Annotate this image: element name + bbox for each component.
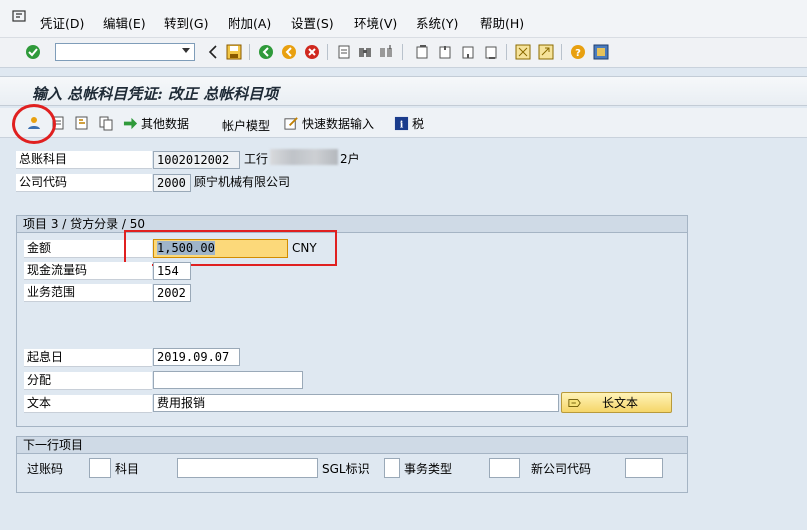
cashflow-code-label: 现金流量码 xyxy=(24,262,152,280)
text-field[interactable]: 费用报销 xyxy=(153,394,559,412)
application-toolbar: 其他数据 帐户模型 快速数据输入 i 税 xyxy=(0,108,807,138)
item-group-title: 项目 3 / 贷方分录 / 50 xyxy=(17,216,687,233)
value-date-label: 起息日 xyxy=(24,349,152,367)
shortcut-icon[interactable] xyxy=(537,43,555,61)
new-company-code-label: 新公司代码 xyxy=(531,462,592,476)
last-page-icon[interactable] xyxy=(482,43,500,61)
company-code-field: 2000 xyxy=(153,174,191,192)
find-next-icon[interactable] xyxy=(377,43,395,61)
edit-pencil-icon xyxy=(568,398,581,407)
first-page-icon[interactable] xyxy=(413,43,431,61)
account-label: 科目 xyxy=(115,462,140,476)
menu-item-system[interactable]: 系统(Y) xyxy=(416,13,458,32)
text-label: 文本 xyxy=(24,395,152,413)
menu-item-environment[interactable]: 环境(V) xyxy=(354,13,397,32)
posting-key-field[interactable] xyxy=(89,458,111,478)
print-icon[interactable] xyxy=(335,43,353,61)
other-data-button[interactable]: 其他数据 xyxy=(123,115,189,132)
sgl-indicator-label: SGL标识 xyxy=(322,462,370,476)
posting-key-label: 过账码 xyxy=(27,462,64,476)
edit-pencil-icon xyxy=(284,117,298,130)
svg-text:?: ? xyxy=(575,48,581,59)
next-item-group-title: 下一行项目 xyxy=(17,437,687,454)
previous-page-icon[interactable] xyxy=(436,43,454,61)
enter-check-icon[interactable] xyxy=(24,43,42,61)
save-icon[interactable] xyxy=(225,43,243,61)
exit-icon[interactable] xyxy=(280,43,298,61)
new-session-icon[interactable] xyxy=(514,43,532,61)
gl-account-description-prefix: 工行 xyxy=(244,152,269,166)
new-company-code-field[interactable] xyxy=(625,458,663,478)
system-menu-icon[interactable] xyxy=(12,10,28,24)
company-code-label: 公司代码 xyxy=(16,174,152,192)
find-icon[interactable] xyxy=(356,43,374,61)
tax-button[interactable]: i 税 xyxy=(394,115,424,132)
cancel-icon[interactable] xyxy=(303,43,321,61)
menu-bar: 凭证(D) 编辑(E) 转到(G) 附加(A) 设置(S) 环境(V) 系统(Y… xyxy=(0,0,807,38)
business-area-label: 业务范围 xyxy=(24,284,152,302)
highlight-circle xyxy=(12,104,56,144)
help-icon[interactable]: ? xyxy=(569,43,587,61)
redacted-text xyxy=(270,149,338,165)
menu-item-edit[interactable]: 编辑(E) xyxy=(103,13,146,32)
gl-account-description-suffix: 2户 xyxy=(340,152,360,166)
sgl-indicator-field[interactable] xyxy=(384,458,400,478)
value-date-field[interactable]: 2019.09.07 xyxy=(153,348,240,366)
arrow-right-icon xyxy=(123,117,138,130)
company-name: 顾宁机械有限公司 xyxy=(194,175,291,189)
long-text-button[interactable]: 长文本 xyxy=(561,392,672,413)
info-icon: i xyxy=(394,116,409,130)
dropdown-arrow-icon[interactable] xyxy=(182,48,190,53)
menu-item-help[interactable]: 帮助(H) xyxy=(480,13,524,32)
svg-text:i: i xyxy=(400,119,404,130)
transaction-type-field[interactable] xyxy=(489,458,520,478)
transaction-type-label: 事务类型 xyxy=(404,462,453,476)
cashflow-code-field[interactable]: 154 xyxy=(153,262,191,280)
account-field[interactable] xyxy=(177,458,318,478)
page-title: 输入 总帐科目凭证: 改正 总帐科目项 xyxy=(32,85,279,103)
previous-item-icon[interactable] xyxy=(74,115,90,131)
next-page-icon[interactable] xyxy=(459,43,477,61)
menu-item-goto[interactable]: 转到(G) xyxy=(164,13,208,32)
menu-item-settings[interactable]: 设置(S) xyxy=(291,13,334,32)
title-bar: 输入 总帐科目凭证: 改正 总帐科目项 xyxy=(0,76,807,106)
assignment-label: 分配 xyxy=(24,372,152,390)
assignment-field[interactable] xyxy=(153,371,303,389)
menu-item-document[interactable]: 凭证(D) xyxy=(40,13,84,32)
command-field[interactable] xyxy=(55,43,195,61)
gl-account-label: 总账科目 xyxy=(16,151,152,169)
menu-item-extras[interactable]: 附加(A) xyxy=(228,13,271,32)
copy-item-icon[interactable] xyxy=(98,115,114,131)
gl-account-field: 1002012002 xyxy=(153,151,240,169)
back-arrow-small-icon[interactable] xyxy=(204,43,222,61)
layout-menu-icon[interactable] xyxy=(592,43,610,61)
account-model-button[interactable]: 帐户模型 xyxy=(222,117,270,134)
back-icon[interactable] xyxy=(257,43,275,61)
business-area-field[interactable]: 2002 xyxy=(153,284,191,302)
highlight-box xyxy=(124,230,337,266)
fast-data-entry-button[interactable]: 快速数据输入 xyxy=(284,115,374,132)
